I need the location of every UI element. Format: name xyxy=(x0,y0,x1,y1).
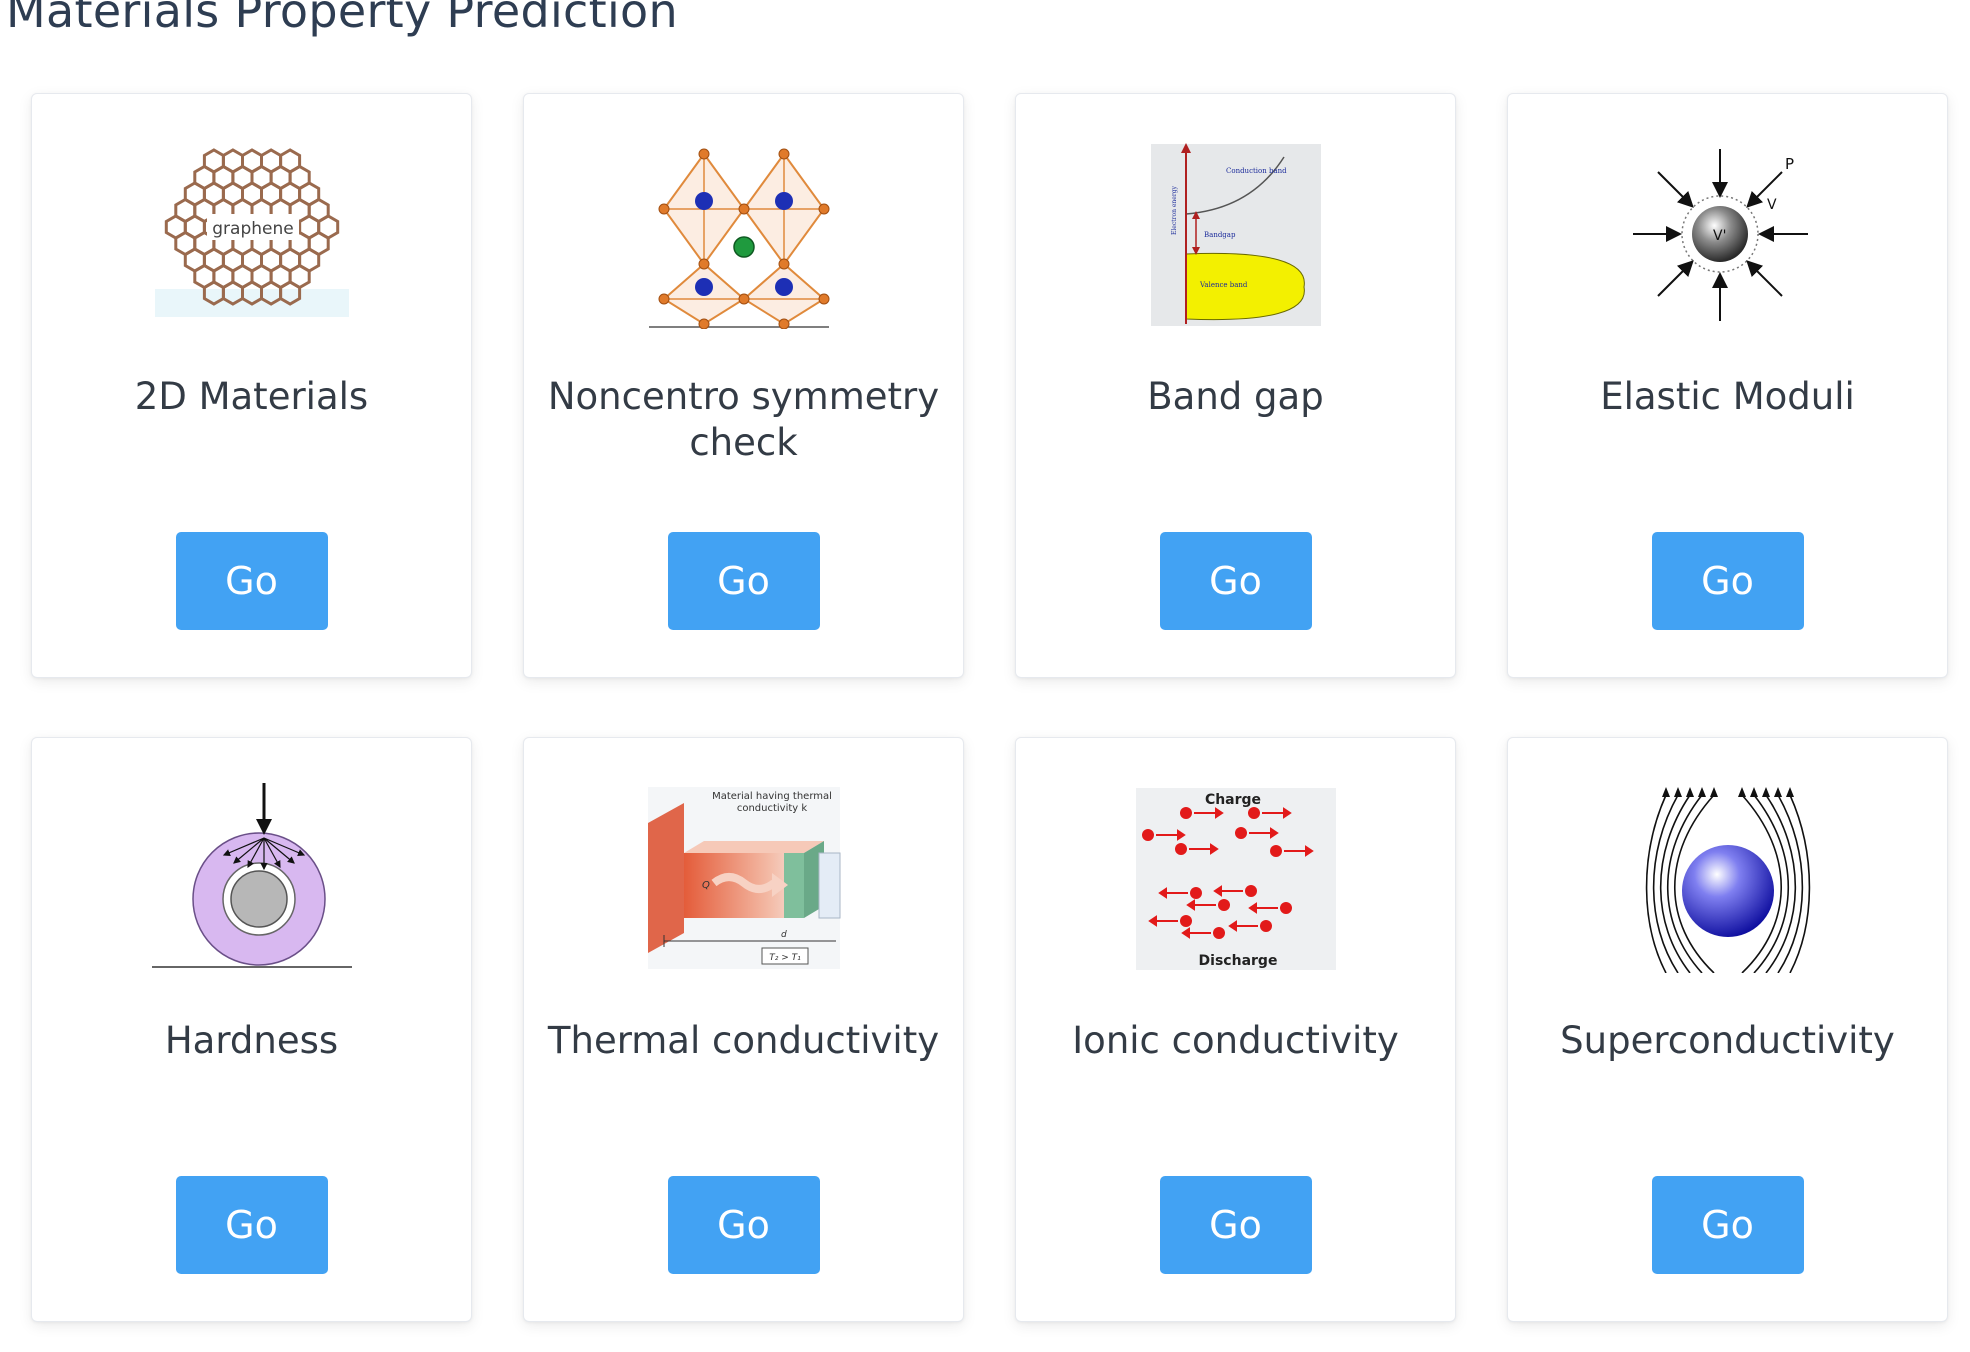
card-band-gap: Conduction band Bandgap Valence band Ele… xyxy=(1015,93,1456,678)
svg-text:Charge: Charge xyxy=(1204,792,1260,808)
svg-text:Q: Q xyxy=(702,880,710,891)
card-title: Thermal conductivity xyxy=(547,1019,940,1062)
svg-text:T₂ > T₁: T₂ > T₁ xyxy=(769,953,801,963)
svg-text:graphene: graphene xyxy=(212,219,293,239)
card-title: Band gap xyxy=(1147,375,1324,418)
card-thermal-conductivity: Q d T₂ > T₁ Material having thermal cond… xyxy=(523,737,964,1322)
go-button-ionic-conductivity[interactable]: Go xyxy=(1159,1176,1312,1274)
svg-text:Electron energy: Electron energy xyxy=(1171,185,1178,235)
card-elastic-moduli: P V V' Elastic Moduli Go xyxy=(1507,93,1948,678)
card-title: Superconductivity xyxy=(1560,1019,1895,1062)
card-2d-materials: graphene 2D Materials Go xyxy=(31,93,472,678)
card-title: Ionic conductivity xyxy=(1072,1019,1399,1062)
card-title: Noncentro symmetry check xyxy=(547,375,940,464)
graphene-lattice-icon: graphene xyxy=(152,139,352,329)
pressure-sphere-icon: P V V' xyxy=(1628,139,1828,329)
svg-text:V: V xyxy=(1767,197,1777,213)
svg-text:P: P xyxy=(1785,155,1794,173)
meissner-effect-icon xyxy=(1628,783,1828,973)
go-button-hardness[interactable]: Go xyxy=(175,1176,328,1274)
go-button-2d-materials[interactable]: Go xyxy=(175,532,328,630)
go-button-thermal-conductivity[interactable]: Go xyxy=(667,1176,820,1274)
svg-text:Conduction band: Conduction band xyxy=(1226,167,1287,175)
card-title: Hardness xyxy=(164,1019,339,1062)
indentation-icon xyxy=(151,783,352,973)
card-title: 2D Materials xyxy=(134,375,369,418)
card-superconductivity: Superconductivity Go xyxy=(1507,737,1948,1322)
go-button-superconductivity[interactable]: Go xyxy=(1651,1176,1804,1274)
go-button-noncentro-symmetry[interactable]: Go xyxy=(667,532,820,630)
svg-text:Discharge: Discharge xyxy=(1198,953,1277,969)
ion-migration-icon: Charge Discharge xyxy=(1135,783,1336,973)
go-button-elastic-moduli[interactable]: Go xyxy=(1651,532,1804,630)
go-button-band-gap[interactable]: Go xyxy=(1159,532,1312,630)
card-hardness: Hardness Go xyxy=(31,737,472,1322)
svg-text:Valence band: Valence band xyxy=(1199,281,1248,289)
heat-flow-slab-icon: Q d T₂ > T₁ Material having thermal cond… xyxy=(644,783,844,973)
svg-text:V': V' xyxy=(1713,228,1726,244)
property-card-grid: graphene 2D Materials Go Noncentro symme… xyxy=(31,93,1948,1322)
page-title: Materials Property Prediction xyxy=(6,0,678,38)
card-title: Elastic Moduli xyxy=(1600,375,1855,418)
card-noncentro-symmetry: Noncentro symmetry check Go xyxy=(523,93,964,678)
svg-text:Bandgap: Bandgap xyxy=(1204,231,1236,239)
card-ionic-conductivity: Charge Discharge Ionic conductivity Go xyxy=(1015,737,1456,1322)
band-gap-diagram-icon: Conduction band Bandgap Valence band Ele… xyxy=(1136,139,1336,329)
svg-text:d: d xyxy=(781,930,787,940)
crystal-octahedra-icon xyxy=(644,139,844,329)
